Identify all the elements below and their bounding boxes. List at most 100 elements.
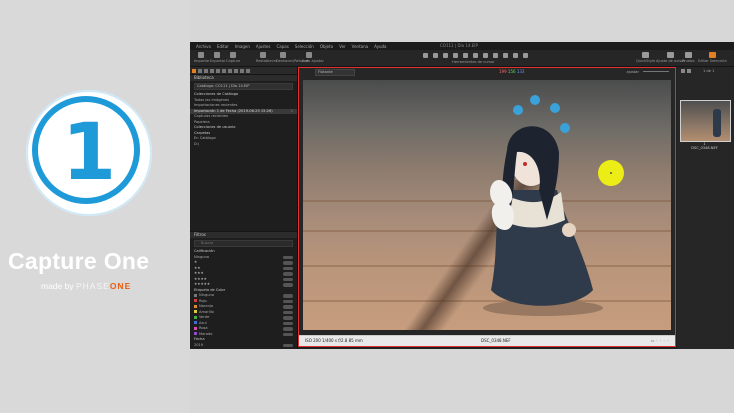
zoom-tool-icon[interactable] [432, 53, 438, 58]
brand-made-by: made by PHASEONE [41, 281, 131, 291]
rating-label: ★★ [194, 265, 201, 270]
metadata-tab-icon[interactable] [234, 68, 238, 73]
promo-panel: 1 Capture One made by PHASEONE [0, 0, 190, 413]
copy-apply-icon[interactable] [522, 53, 528, 58]
count-pill [283, 294, 293, 298]
auto-adjust-button[interactable]: Auto ajustar [302, 52, 324, 63]
batch-tab-icon[interactable] [246, 68, 250, 73]
output-tab-icon[interactable] [240, 68, 244, 73]
undo-redo-button[interactable]: Deshacer/Rehacer [276, 52, 309, 63]
collection-label: Importaciones recientes [194, 103, 238, 107]
reset-label: Restablecer [256, 59, 278, 63]
count-pill [283, 299, 293, 303]
catalog-select[interactable]: Catálogo: CO111 | Día 14.EIP [194, 83, 293, 90]
cursor-tools-label: Herramientas de cursor [452, 60, 495, 64]
adjustments-tab-icon[interactable] [228, 68, 232, 73]
left-tool-panel: Biblioteca Catálogo: CO111 | Día 14.EIP … [190, 67, 298, 349]
crop-tool-icon[interactable] [442, 53, 448, 58]
count-pill [283, 327, 293, 331]
filters-header[interactable]: Filtros [190, 231, 297, 238]
capture-one-window: Archivo Editar Imagen Ajustes Capas Sele… [190, 42, 734, 349]
color-tab-icon[interactable] [210, 68, 214, 73]
auto-adjust-icon [306, 52, 312, 58]
brush-tool-icon[interactable] [472, 53, 478, 58]
eraser-tool-icon[interactable] [482, 53, 488, 58]
capture-tab-icon[interactable] [198, 68, 202, 73]
rotate-tool-icon[interactable] [452, 53, 458, 58]
green-value: 156 [507, 69, 516, 74]
window-title: CO111 | Día 14.EIP [440, 43, 478, 48]
rating-label: Ninguna [194, 254, 210, 259]
auto-adjust-label: Auto ajustar [302, 59, 324, 63]
library-header[interactable]: Biblioteca [190, 74, 297, 81]
count-pill [283, 305, 293, 309]
menu-ayuda[interactable]: Ayuda [374, 44, 386, 49]
collection-label: Importación 1 de Fecha (2019-06-25 15:26… [194, 108, 273, 113]
edit-selection-button[interactable]: Editar Selección [698, 52, 727, 63]
color-swatch [194, 310, 197, 313]
thumbnail-figure [713, 109, 721, 137]
count-pill [283, 332, 293, 336]
annotate-tool-icon[interactable] [502, 53, 508, 58]
capture-button[interactable]: Capture [226, 52, 240, 63]
menu-ajustes[interactable]: Ajustes [256, 44, 271, 49]
menu-objeto[interactable]: Objeto [320, 44, 333, 49]
lens-tab-icon[interactable] [204, 68, 208, 73]
proof-button[interactable]: Prueba [682, 52, 695, 63]
count-pill [283, 261, 293, 265]
menu-capas[interactable]: Capas [276, 44, 288, 49]
viewer-status-icons[interactable]: ▭ ◦ ◦ ◦ ◦ [651, 336, 669, 346]
color-swatch [194, 326, 197, 330]
folder-label: D:\ [194, 141, 200, 146]
reset-button[interactable]: Restablecer [256, 52, 278, 63]
photo-canvas[interactable] [303, 80, 671, 330]
grid-view-icon[interactable] [681, 69, 685, 73]
picker-tool-icon[interactable] [492, 53, 498, 58]
export-label: Exportar [210, 59, 226, 63]
phase-wordmark: PHASE [75, 281, 110, 291]
warnings-button[interactable]: Ajuste de avisos [656, 52, 685, 63]
one-wordmark: ONE [109, 281, 132, 291]
tool-tabs [190, 67, 297, 74]
library-tab-icon[interactable] [192, 68, 196, 73]
folder-drive-d[interactable]: D:\ [190, 142, 297, 148]
exif-meta: ISO 200 1/400 s f/2.8 85 mm [305, 338, 363, 343]
wb-picker-icon[interactable] [512, 53, 518, 58]
quickstyle-button[interactable]: QuickStyle [636, 52, 655, 63]
filter-search-input[interactable]: Buscar [194, 240, 293, 247]
zoom-slider[interactable] [643, 71, 669, 72]
thumbnail-filename: DSC_0348.NEF [691, 146, 718, 150]
rating-label: ★★★★ [194, 276, 207, 281]
brand-name: Capture One [8, 248, 150, 274]
quickstyle-label: QuickStyle [636, 59, 656, 63]
exposure-tab-icon[interactable] [216, 68, 220, 73]
export-button[interactable]: Exportar [210, 52, 226, 63]
color-swatch [194, 304, 197, 308]
count-pill [283, 343, 293, 347]
import-label: Importar [194, 59, 210, 63]
keystone-tool-icon[interactable] [462, 53, 468, 58]
rating-label: ★★★★★ [194, 282, 211, 286]
rating-label: ★ [194, 260, 198, 264]
pan-tool-icon[interactable] [422, 53, 428, 58]
menu-editar[interactable]: Editar [217, 44, 229, 49]
browser-toolbar: 1 de 1 [677, 67, 734, 75]
export-icon [214, 52, 220, 58]
date-year[interactable]: 2019 [190, 343, 297, 349]
import-button[interactable]: Importar [194, 52, 210, 63]
color-label: Morado [199, 331, 213, 336]
viewer-mode-select[interactable]: Flotante [315, 69, 355, 76]
menu-ventana[interactable]: Ventana [352, 44, 368, 49]
zoom-label[interactable]: ajustar [627, 69, 639, 75]
list-view-icon[interactable] [687, 69, 691, 73]
menu-seleccion[interactable]: Selección [295, 44, 314, 49]
collection-label: Capturas recientes [194, 114, 228, 118]
menu-imagen[interactable]: Imagen [235, 44, 250, 49]
image-thumbnail[interactable] [680, 100, 731, 142]
menu-ver[interactable]: Ver [339, 44, 346, 49]
red-value: 199 [499, 69, 507, 74]
main-toolbar: Importar Exportar Capture Restablecer De… [190, 50, 734, 67]
menu-archivo[interactable]: Archivo [196, 44, 211, 49]
details-tab-icon[interactable] [222, 68, 226, 73]
rgb-readout: 199 156 133 [499, 69, 524, 75]
